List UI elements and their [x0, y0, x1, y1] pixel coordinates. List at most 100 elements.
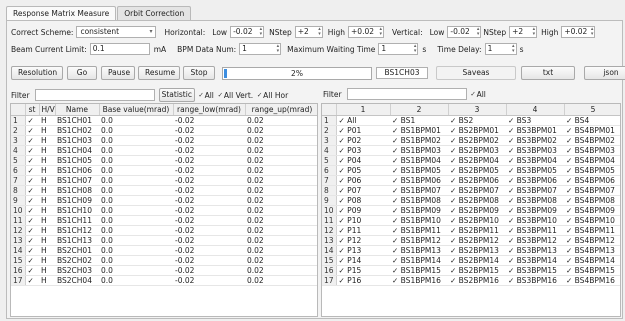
bpm-cell[interactable]: ✓ BS2BPM07	[448, 185, 506, 196]
table-row[interactable]: 3 ✓ P02 ✓ BS1BPM02 ✓ BS2BPM02 ✓ BS3BPM02 ✓ BS…	[322, 135, 620, 146]
scheme-combo[interactable]: consistent ▾	[76, 26, 157, 38]
bpm-cell[interactable]: ✓ BS2BPM06	[448, 175, 506, 186]
bpm-cell[interactable]: ✓ BS2BPM13	[448, 245, 506, 256]
status-checkbox-cell[interactable]: ✓	[25, 145, 39, 156]
base-value-cell[interactable]: 0.0	[99, 155, 173, 166]
bpm-cell[interactable]: ✓ BS2BPM03	[448, 145, 506, 156]
beam-current-input[interactable]: 0.1	[89, 43, 150, 55]
range-low-cell[interactable]: -0.02	[173, 185, 245, 196]
table-row[interactable]: 15 ✓ H BS2CH02 0.0 -0.02 0.02	[11, 255, 317, 266]
bpm-cell[interactable]: ✓ BS2BPM04	[448, 155, 506, 166]
bpm-cell[interactable]: ✓ P08	[336, 195, 390, 206]
h-nstep-spinbox[interactable]: +2 ▴ ▾	[294, 26, 323, 38]
range-low-cell[interactable]: -0.02	[173, 115, 245, 126]
hv-cell[interactable]: H	[39, 215, 55, 226]
column-header-4[interactable]: 4	[506, 104, 565, 116]
bpm-cell[interactable]: ✓ BS2BPM08	[448, 195, 506, 206]
bpm-cell[interactable]: ✓ P07	[336, 185, 390, 196]
hv-cell[interactable]: H	[39, 115, 55, 126]
bpm-cell[interactable]: ✓ BS2BPM11	[448, 225, 506, 236]
range-low-cell[interactable]: -0.02	[173, 205, 245, 216]
status-checkbox-cell[interactable]: ✓	[25, 185, 39, 196]
bpm-cell[interactable]: ✓ BS3BPM11	[506, 225, 564, 236]
hv-cell[interactable]: H	[39, 165, 55, 176]
status-checkbox-cell[interactable]: ✓	[25, 165, 39, 176]
bpm-cell[interactable]: ✓ BS4BPM06	[564, 175, 620, 186]
bpm-cell[interactable]: ✓ P13	[336, 245, 390, 256]
bpm-cell[interactable]: ✓ BS4BPM11	[564, 225, 620, 236]
status-checkbox-cell[interactable]: ✓	[25, 125, 39, 136]
base-value-cell[interactable]: 0.0	[99, 125, 173, 136]
bpm-cell[interactable]: ✓ BS4BPM01	[564, 125, 620, 136]
range-up-cell[interactable]: 0.02	[245, 155, 317, 166]
bpm-cell[interactable]: ✓ BS1BPM08	[390, 195, 448, 206]
bpm-cell[interactable]: ✓ BS1BPM03	[390, 145, 448, 156]
base-value-cell[interactable]: 0.0	[99, 115, 173, 126]
table-row[interactable]: 16 ✓ P15 ✓ BS1BPM15 ✓ BS2BPM15 ✓ BS3BPM15 ✓ B…	[322, 265, 620, 276]
stop-button[interactable]: Stop	[183, 66, 215, 80]
all-vert-checkbox-icon[interactable]: ✓	[217, 91, 224, 99]
bpm-cell[interactable]: ✓ BS4	[564, 115, 620, 126]
bpm-cell[interactable]: ✓ BS2BPM15	[448, 265, 506, 276]
table-row[interactable]: 15 ✓ P14 ✓ BS1BPM14 ✓ BS2BPM14 ✓ BS3BPM14 ✓ B…	[322, 255, 620, 266]
bpm-cell[interactable]: ✓ P01	[336, 125, 390, 136]
range-up-cell[interactable]: 0.02	[245, 125, 317, 136]
base-value-cell[interactable]: 0.0	[99, 175, 173, 186]
bpm-cell[interactable]: ✓ BS1BPM14	[390, 255, 448, 266]
bpm-cell[interactable]: ✓ BS4BPM13	[564, 245, 620, 256]
name-cell[interactable]: BS1CH05	[55, 155, 99, 166]
name-cell[interactable]: BS1CH13	[55, 235, 99, 246]
time-delay-spinbox[interactable]: 1 ▴ ▾	[484, 43, 517, 55]
range-low-cell[interactable]: -0.02	[173, 125, 245, 136]
bpm-cell[interactable]: ✓ BS4BPM05	[564, 165, 620, 176]
bpm-cell[interactable]: ✓ BS1	[390, 115, 448, 126]
range-low-cell[interactable]: -0.02	[173, 165, 245, 176]
range-low-cell[interactable]: -0.02	[173, 225, 245, 236]
name-cell[interactable]: BS1CH10	[55, 205, 99, 216]
bpm-cell[interactable]: ✓ P14	[336, 255, 390, 266]
column-header-name[interactable]: Name	[55, 104, 100, 116]
base-value-cell[interactable]: 0.0	[99, 215, 173, 226]
bpm-cell[interactable]: ✓ BS2BPM16	[448, 275, 506, 286]
bpm-cell[interactable]: ✓ P09	[336, 205, 390, 216]
v-high-spinbox[interactable]: +0.02 ▴ ▾	[561, 26, 596, 38]
bpm-cell[interactable]: ✓ BS1BPM11	[390, 225, 448, 236]
range-low-cell[interactable]: -0.02	[173, 135, 245, 146]
bpm-cell[interactable]: ✓ BS3BPM02	[506, 135, 564, 146]
bpm-cell[interactable]: ✓ BS1BPM15	[390, 265, 448, 276]
all-checkbox-icon[interactable]: ✓	[198, 91, 205, 99]
right-all-checkbox-icon[interactable]: ✓	[470, 90, 477, 98]
table-row[interactable]: 1 ✓ H BS1CH01 0.0 -0.02 0.02	[11, 115, 317, 126]
hv-cell[interactable]: H	[39, 235, 55, 246]
range-up-cell[interactable]: 0.02	[245, 225, 317, 236]
name-cell[interactable]: BS2CH04	[55, 275, 99, 286]
range-up-cell[interactable]: 0.02	[245, 255, 317, 266]
base-value-cell[interactable]: 0.0	[99, 135, 173, 146]
name-cell[interactable]: BS1CH08	[55, 185, 99, 196]
table-row[interactable]: 13 ✓ H BS1CH13 0.0 -0.02 0.02	[11, 235, 317, 246]
bpm-cell[interactable]: ✓ P15	[336, 265, 390, 276]
hv-cell[interactable]: H	[39, 275, 55, 286]
range-low-cell[interactable]: -0.02	[173, 175, 245, 186]
table-row[interactable]: 5 ✓ P04 ✓ BS1BPM04 ✓ BS2BPM04 ✓ BS3BPM04 ✓ BS…	[322, 155, 620, 166]
table-row[interactable]: 6 ✓ P05 ✓ BS1BPM05 ✓ BS2BPM05 ✓ BS3BPM05 ✓ BS…	[322, 165, 620, 176]
h-low-spinbox[interactable]: -0.02 ▴ ▾	[230, 26, 265, 38]
table-row[interactable]: 7 ✓ H BS1CH07 0.0 -0.02 0.02	[11, 175, 317, 186]
bpm-cell[interactable]: ✓ BS3BPM03	[506, 145, 564, 156]
bpm-cell[interactable]: ✓ BS4BPM04	[564, 155, 620, 166]
bpm-cell[interactable]: ✓ BS2BPM14	[448, 255, 506, 266]
bpm-cell[interactable]: ✓ BS4BPM09	[564, 205, 620, 216]
bpm-cell[interactable]: ✓ BS1BPM01	[390, 125, 448, 136]
column-header-range-up[interactable]: range_up(mrad)	[245, 104, 317, 116]
column-header-hv[interactable]: H/V	[39, 104, 56, 116]
table-row[interactable]: 10 ✓ H BS1CH10 0.0 -0.02 0.02	[11, 205, 317, 216]
column-header-st[interactable]: st	[25, 104, 40, 116]
txt-button[interactable]: txt	[521, 66, 575, 80]
table-row[interactable]: 2 ✓ H BS1CH02 0.0 -0.02 0.02	[11, 125, 317, 136]
v-nstep-spinbox[interactable]: +2 ▴ ▾	[509, 26, 538, 38]
bpm-cell[interactable]: ✓ BS1BPM04	[390, 155, 448, 166]
bpm-cell[interactable]: ✓ BS4BPM15	[564, 265, 620, 276]
name-cell[interactable]: BS2CH03	[55, 265, 99, 276]
bpm-cell[interactable]: ✓ BS2BPM01	[448, 125, 506, 136]
max-waiting-time-spinbox[interactable]: 1 ▴ ▾	[378, 43, 419, 55]
